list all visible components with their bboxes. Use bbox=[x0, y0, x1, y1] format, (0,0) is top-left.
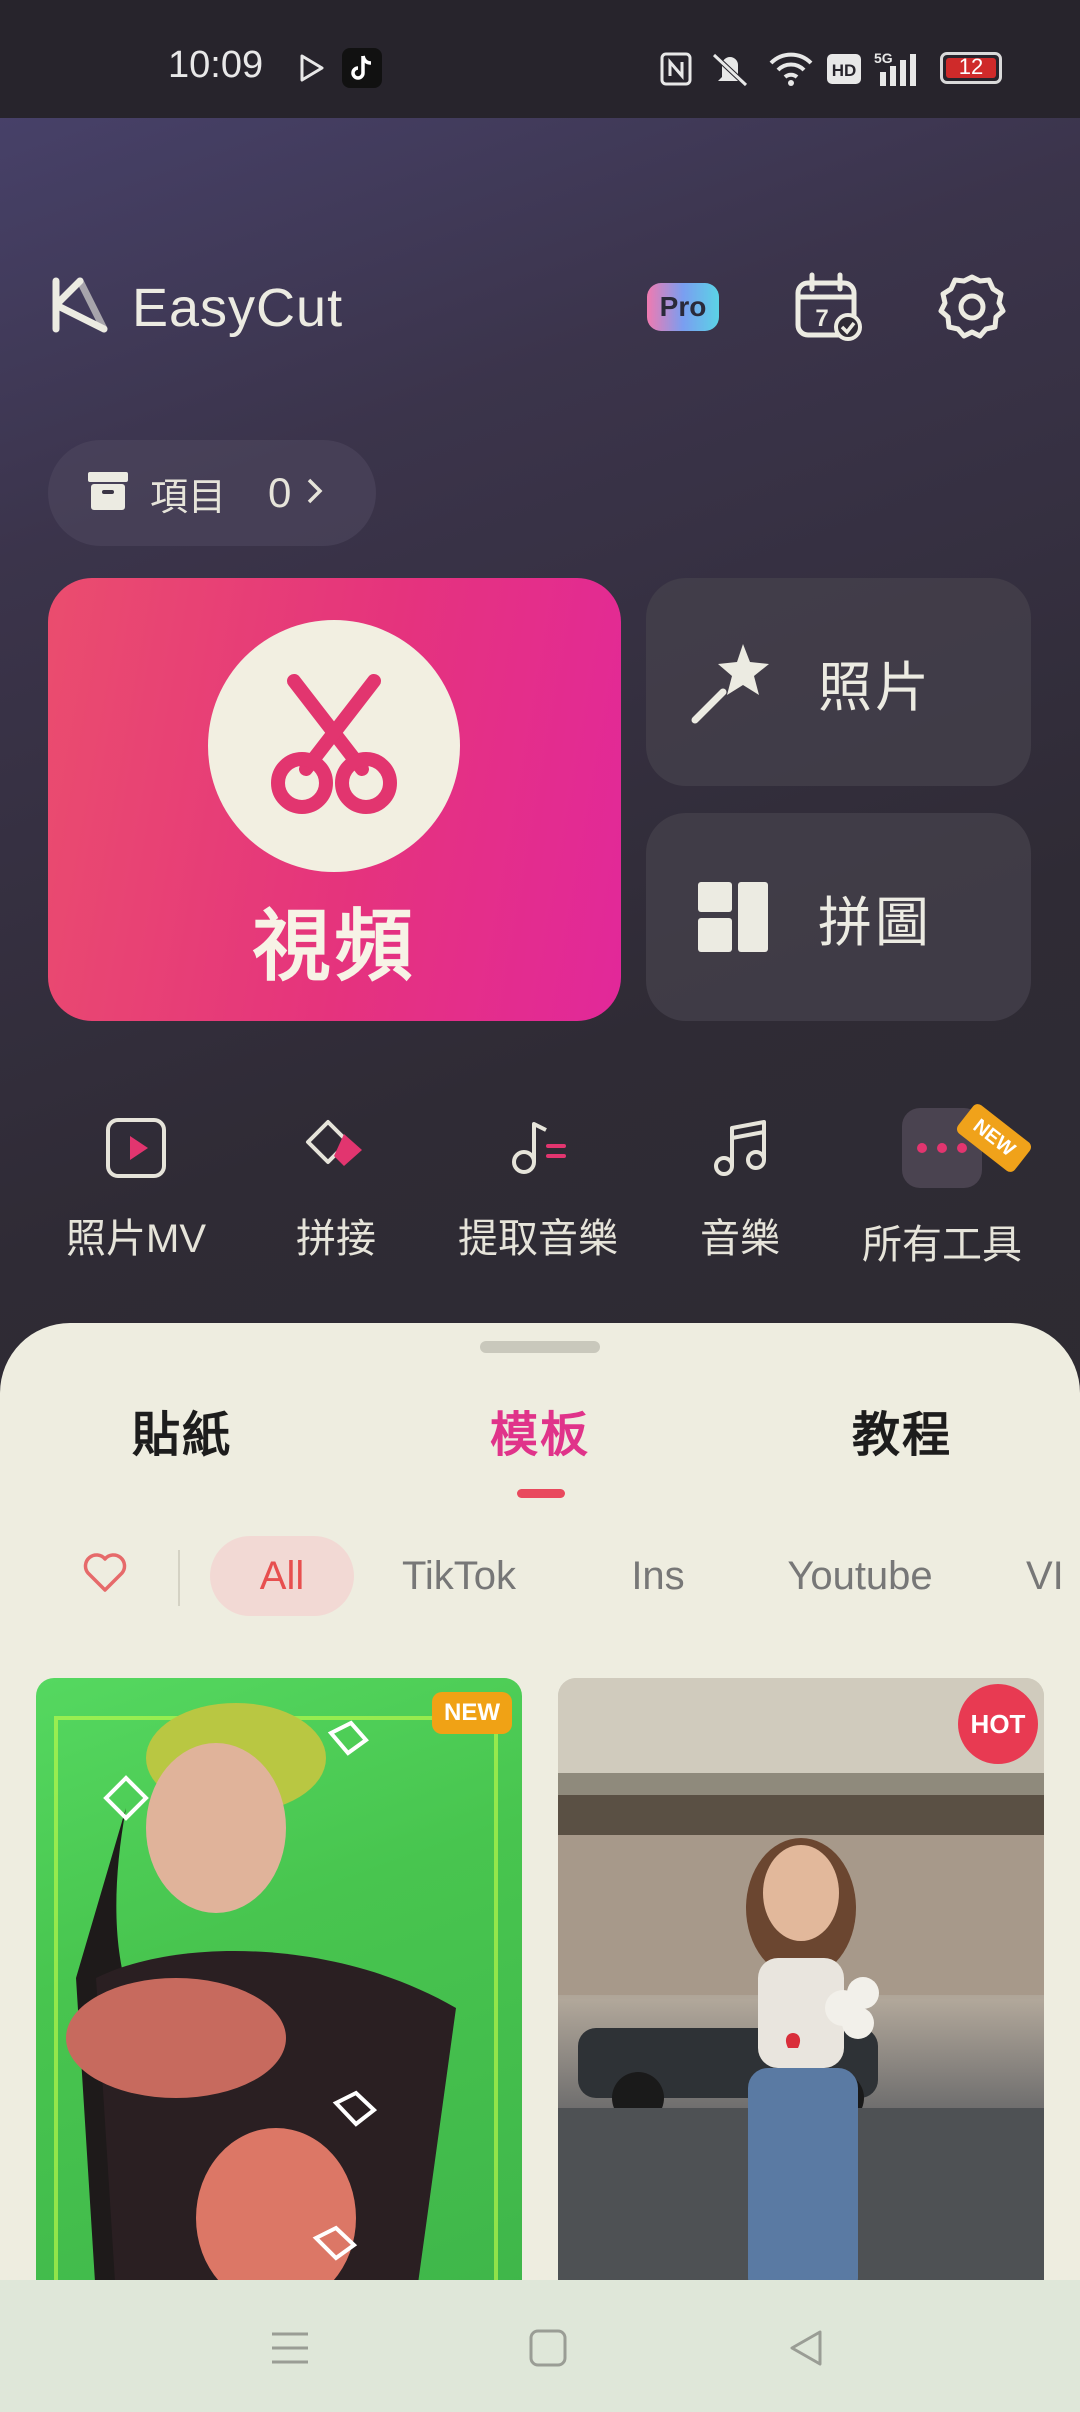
chip-vi[interactable]: VI bbox=[1026, 1536, 1080, 1616]
sheet-drag-handle[interactable] bbox=[480, 1341, 600, 1353]
music-note-icon bbox=[700, 1108, 780, 1188]
favorites-heart-icon[interactable] bbox=[78, 1548, 132, 1598]
extract-music-icon bbox=[498, 1108, 578, 1188]
easycut-logo-icon bbox=[50, 275, 110, 340]
merge-icon bbox=[296, 1108, 376, 1188]
nfc-icon bbox=[660, 50, 692, 88]
tool-label: 所有工具 bbox=[862, 1223, 1022, 1267]
app-header: EasyCut Pro 7 bbox=[0, 255, 1080, 365]
tool-label: 提取音樂 bbox=[458, 1217, 618, 1261]
scissors-icon bbox=[208, 620, 460, 872]
chip-all[interactable]: All bbox=[210, 1536, 354, 1616]
tool-merge[interactable]: 拼接 bbox=[236, 1098, 436, 1278]
app-name: EasyCut bbox=[132, 277, 344, 338]
collage-grid-icon bbox=[678, 862, 788, 972]
chip-youtube[interactable]: Youtube bbox=[770, 1536, 950, 1616]
tab-tutorials[interactable]: 教程 bbox=[852, 1395, 952, 1465]
template-thumbnail-dancer bbox=[54, 1703, 498, 2298]
chip-divider bbox=[178, 1550, 180, 1606]
template-card[interactable]: HOT bbox=[558, 1678, 1044, 2298]
photo-label: 照片 bbox=[818, 657, 932, 718]
collage-label: 拼圖 bbox=[818, 892, 932, 953]
category-chips: All TikTok Ins Youtube VI bbox=[0, 1528, 1080, 1618]
battery-icon: 12 bbox=[940, 52, 1002, 84]
projects-label: 項目 bbox=[150, 476, 227, 519]
hd-icon: HD bbox=[826, 50, 862, 88]
video-edit-button[interactable]: 視頻 bbox=[48, 578, 621, 1021]
magic-wand-star-icon bbox=[678, 627, 788, 737]
app-logo: EasyCut bbox=[50, 275, 343, 340]
template-thumbnail-woman-flowers bbox=[558, 1678, 1044, 2298]
video-label: 視頻 bbox=[252, 902, 417, 990]
system-navigation-bar bbox=[0, 2280, 1080, 2412]
wifi-icon bbox=[768, 50, 814, 88]
menu-lines-icon[interactable] bbox=[260, 2318, 320, 2378]
collage-button[interactable]: 拼圖 bbox=[646, 813, 1031, 1021]
tool-music[interactable]: 音樂 bbox=[640, 1098, 840, 1278]
tab-templates[interactable]: 模板 bbox=[490, 1395, 590, 1465]
chevron-right-icon bbox=[305, 476, 325, 511]
tools-row: 照片MV 拼接 提取音樂 音樂 NEW 所有工具 bbox=[0, 1098, 1080, 1278]
svg-text:7: 7 bbox=[815, 305, 828, 332]
chip-tiktok[interactable]: TikTok bbox=[384, 1536, 534, 1616]
mute-icon bbox=[710, 50, 750, 88]
home-square-icon[interactable] bbox=[518, 2318, 578, 2378]
tool-photo-mv[interactable]: 照片MV bbox=[36, 1098, 236, 1278]
tool-extract-music[interactable]: 提取音樂 bbox=[438, 1098, 638, 1278]
status-time: 10:09 bbox=[168, 44, 264, 86]
archive-box-icon bbox=[86, 470, 130, 517]
new-badge: NEW bbox=[432, 1692, 512, 1734]
signal-5g-icon: 5G bbox=[874, 50, 926, 88]
tool-label: 照片MV bbox=[66, 1217, 206, 1261]
photo-edit-button[interactable]: 照片 bbox=[646, 578, 1031, 786]
settings-gear-icon[interactable] bbox=[934, 269, 1010, 345]
tiktok-icon bbox=[342, 48, 382, 88]
status-bar: 10:09 HD 5G 12 bbox=[0, 0, 1080, 118]
hot-badge: HOT bbox=[958, 1684, 1038, 1764]
projects-button[interactable]: 項目 0 bbox=[48, 440, 376, 546]
templates-sheet: 貼紙 模板 教程 All TikTok Ins Youtube VI NEW H… bbox=[0, 1323, 1080, 2412]
svg-text:HD: HD bbox=[832, 61, 857, 80]
back-triangle-icon[interactable] bbox=[776, 2318, 836, 2378]
tool-label: 拼接 bbox=[296, 1217, 376, 1261]
tool-all-tools[interactable]: NEW 所有工具 bbox=[842, 1098, 1042, 1278]
projects-count: 0 bbox=[268, 469, 292, 516]
play-store-icon bbox=[292, 48, 332, 88]
tool-label: 音樂 bbox=[700, 1217, 780, 1261]
active-tab-indicator bbox=[517, 1489, 565, 1498]
svg-text:5G: 5G bbox=[874, 50, 893, 66]
chip-ins[interactable]: Ins bbox=[608, 1536, 708, 1616]
calendar-icon[interactable]: 7 bbox=[790, 269, 866, 345]
battery-level: 12 bbox=[958, 54, 984, 79]
play-square-icon bbox=[96, 1108, 176, 1188]
tab-stickers[interactable]: 貼紙 bbox=[132, 1395, 232, 1465]
pro-button[interactable]: Pro bbox=[647, 283, 719, 331]
template-card[interactable]: NEW bbox=[36, 1678, 522, 2298]
